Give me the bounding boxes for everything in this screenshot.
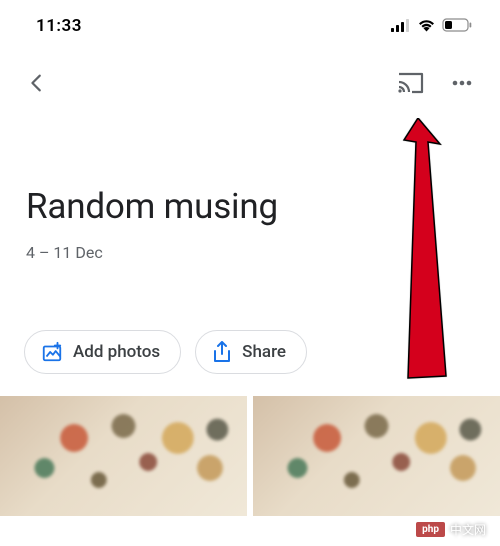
- photo-thumbnail[interactable]: [253, 396, 500, 516]
- album-header: Random musing 4 – 11 Dec: [0, 110, 500, 272]
- more-horizontal-icon: [450, 71, 474, 95]
- battery-icon: [442, 17, 472, 36]
- album-date-range: 4 – 11 Dec: [26, 243, 474, 262]
- chevron-left-icon: [26, 72, 48, 94]
- status-indicators: [391, 17, 472, 36]
- photo-grid: [0, 396, 500, 516]
- album-actions: Add photos Share: [0, 272, 500, 396]
- cast-icon: [397, 72, 424, 95]
- status-bar: 11:33: [0, 0, 500, 48]
- watermark-badge: php: [416, 522, 445, 537]
- share-label: Share: [242, 342, 286, 362]
- wifi-icon: [417, 17, 436, 36]
- photo-thumbnail[interactable]: [0, 396, 247, 516]
- status-time: 11:33: [36, 16, 82, 36]
- add-photos-label: Add photos: [73, 342, 160, 362]
- add-photos-button[interactable]: Add photos: [24, 330, 181, 374]
- back-button[interactable]: [26, 72, 48, 94]
- more-options-button[interactable]: [450, 71, 474, 95]
- cellular-icon: [391, 17, 411, 36]
- album-title[interactable]: Random musing: [26, 186, 474, 227]
- share-button[interactable]: Share: [195, 330, 307, 374]
- watermark-text: 中文网: [450, 521, 486, 538]
- share-icon: [212, 341, 232, 363]
- cast-button[interactable]: [397, 72, 424, 95]
- watermark: php 中文网: [416, 521, 486, 538]
- nav-bar: [0, 48, 500, 110]
- add-photo-icon: [41, 341, 63, 363]
